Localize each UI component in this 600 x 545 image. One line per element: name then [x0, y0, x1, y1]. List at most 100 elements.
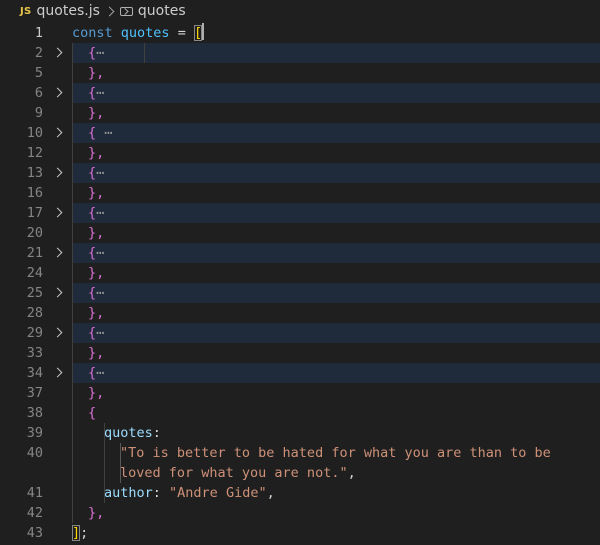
object-close-brace: }, [88, 345, 105, 361]
folded-ellipsis[interactable]: ⋯ [96, 365, 104, 381]
line-number: 42 [26, 505, 43, 521]
code-line[interactable]: 39 quotes: [0, 423, 600, 443]
symbol-variable-icon [119, 6, 133, 16]
line-number: 37 [26, 385, 43, 401]
fold-chevron-icon[interactable] [52, 327, 63, 338]
object-close-brace: }, [88, 505, 105, 521]
line-number: 5 [34, 65, 43, 81]
indent-guide [120, 443, 121, 483]
line-number: 39 [26, 425, 43, 441]
line-number: 10 [26, 125, 43, 141]
code-line[interactable]: 29 {⋯ [0, 323, 600, 343]
line-number: 40 [26, 445, 43, 461]
comma: , [347, 465, 356, 481]
line-number: 2 [34, 45, 43, 61]
folded-ellipsis[interactable]: ⋯ [96, 125, 112, 141]
object-close-brace: }, [88, 265, 105, 281]
object-close-brace: }, [88, 145, 105, 161]
line-number: 41 [26, 485, 43, 501]
line-number: 43 [26, 525, 43, 541]
colon: : [152, 425, 161, 441]
comma: , [266, 485, 275, 501]
keyword-const: const [72, 25, 113, 41]
code-line[interactable]: 10 { ⋯ [0, 123, 600, 143]
line-number: 34 [26, 365, 43, 381]
object-open-brace: { [88, 165, 97, 181]
javascript-file-icon: JS [20, 5, 32, 17]
object-open-brace: { [88, 125, 97, 141]
folded-ellipsis[interactable]: ⋯ [96, 85, 104, 101]
code-line[interactable]: 43 ]; [0, 523, 600, 543]
folded-ellipsis[interactable]: ⋯ [96, 45, 104, 61]
code-line[interactable]: 38 { [0, 403, 600, 423]
code-line[interactable]: 21 {⋯ [0, 243, 600, 263]
line-number: 17 [26, 205, 43, 221]
breadcrumb: JS quotes.js quotes [0, 0, 600, 22]
code-line[interactable]: 12 }, [0, 143, 600, 163]
code-line[interactable]: 20 }, [0, 223, 600, 243]
fold-chevron-icon[interactable] [52, 47, 63, 58]
object-close-brace: }, [88, 65, 105, 81]
code-line[interactable]: 37 }, [0, 383, 600, 403]
object-close-brace: }, [88, 225, 105, 241]
folded-ellipsis[interactable]: ⋯ [96, 325, 104, 341]
string-literal-part2: loved for what you are not." [120, 465, 348, 481]
folded-ellipsis[interactable]: ⋯ [96, 285, 104, 301]
code-line[interactable]: 40 "To is better to be hated for what yo… [0, 443, 600, 483]
code-line[interactable]: 33 }, [0, 343, 600, 363]
fold-chevron-icon[interactable] [52, 127, 63, 138]
code-line[interactable]: 13 {⋯ [0, 163, 600, 183]
breadcrumb-symbol[interactable]: quotes [119, 3, 186, 19]
line-number: 13 [26, 165, 43, 181]
fold-chevron-icon[interactable] [52, 247, 63, 258]
folded-ellipsis[interactable]: ⋯ [96, 245, 104, 261]
breadcrumb-file-name: quotes.js [36, 3, 100, 19]
property-key: author [104, 485, 153, 501]
string-literal-part1: "To is better to be hated for what you a… [120, 445, 551, 461]
editor-lines[interactable]: 1 const quotes = [ 2 {⋯ 5 }, 6 {⋯ 9 }, 1… [0, 23, 600, 543]
code-line[interactable]: 9 }, [0, 103, 600, 123]
close-array-bracket: ] [72, 525, 81, 541]
code-line[interactable]: 17 {⋯ [0, 203, 600, 223]
open-array-bracket: [ [193, 25, 203, 41]
object-open-brace: { [88, 325, 97, 341]
line-number: 16 [26, 185, 43, 201]
object-open-brace: { [88, 285, 97, 301]
object-close-brace: }, [88, 185, 105, 201]
code-line[interactable]: 6 {⋯ [0, 83, 600, 103]
line-number: 1 [34, 25, 43, 41]
text-cursor [202, 23, 204, 40]
code-line[interactable]: 41 author: "Andre Gide", [0, 483, 600, 503]
line-number: 33 [26, 345, 43, 361]
line-number: 25 [26, 285, 43, 301]
string-literal: "Andre Gide" [169, 485, 267, 501]
code-line[interactable]: 25 {⋯ [0, 283, 600, 303]
line-number: 9 [34, 105, 43, 121]
code-line[interactable]: 2 {⋯ [0, 43, 600, 63]
fold-chevron-icon[interactable] [52, 367, 63, 378]
code-line[interactable]: 24 }, [0, 263, 600, 283]
object-open-brace: { [88, 85, 97, 101]
line-number: 20 [26, 225, 43, 241]
fold-chevron-icon[interactable] [52, 287, 63, 298]
indent-guide [72, 43, 73, 523]
code-line[interactable]: 42 }, [0, 503, 600, 523]
code-line[interactable]: 16 }, [0, 183, 600, 203]
code-line[interactable]: 5 }, [0, 63, 600, 83]
folded-ellipsis[interactable]: ⋯ [96, 205, 104, 221]
fold-chevron-icon[interactable] [52, 87, 63, 98]
fold-chevron-icon[interactable] [52, 207, 63, 218]
code-line[interactable]: 28 }, [0, 303, 600, 323]
code-line[interactable]: 1 const quotes = [ [0, 23, 600, 43]
folded-ellipsis[interactable]: ⋯ [96, 165, 104, 181]
code-line[interactable]: 34 {⋯ [0, 363, 600, 383]
breadcrumb-file[interactable]: JS quotes.js [20, 3, 100, 19]
breadcrumb-separator-icon [103, 3, 117, 19]
variable-name: quotes [120, 25, 170, 41]
indent-guide [104, 423, 105, 503]
object-open-brace: { [88, 245, 97, 261]
property-key: quotes [104, 425, 153, 441]
object-close-brace: }, [88, 105, 105, 121]
code-editor[interactable]: JS quotes.js quotes 1 const quotes = [ 2… [0, 0, 600, 545]
fold-chevron-icon[interactable] [52, 167, 63, 178]
